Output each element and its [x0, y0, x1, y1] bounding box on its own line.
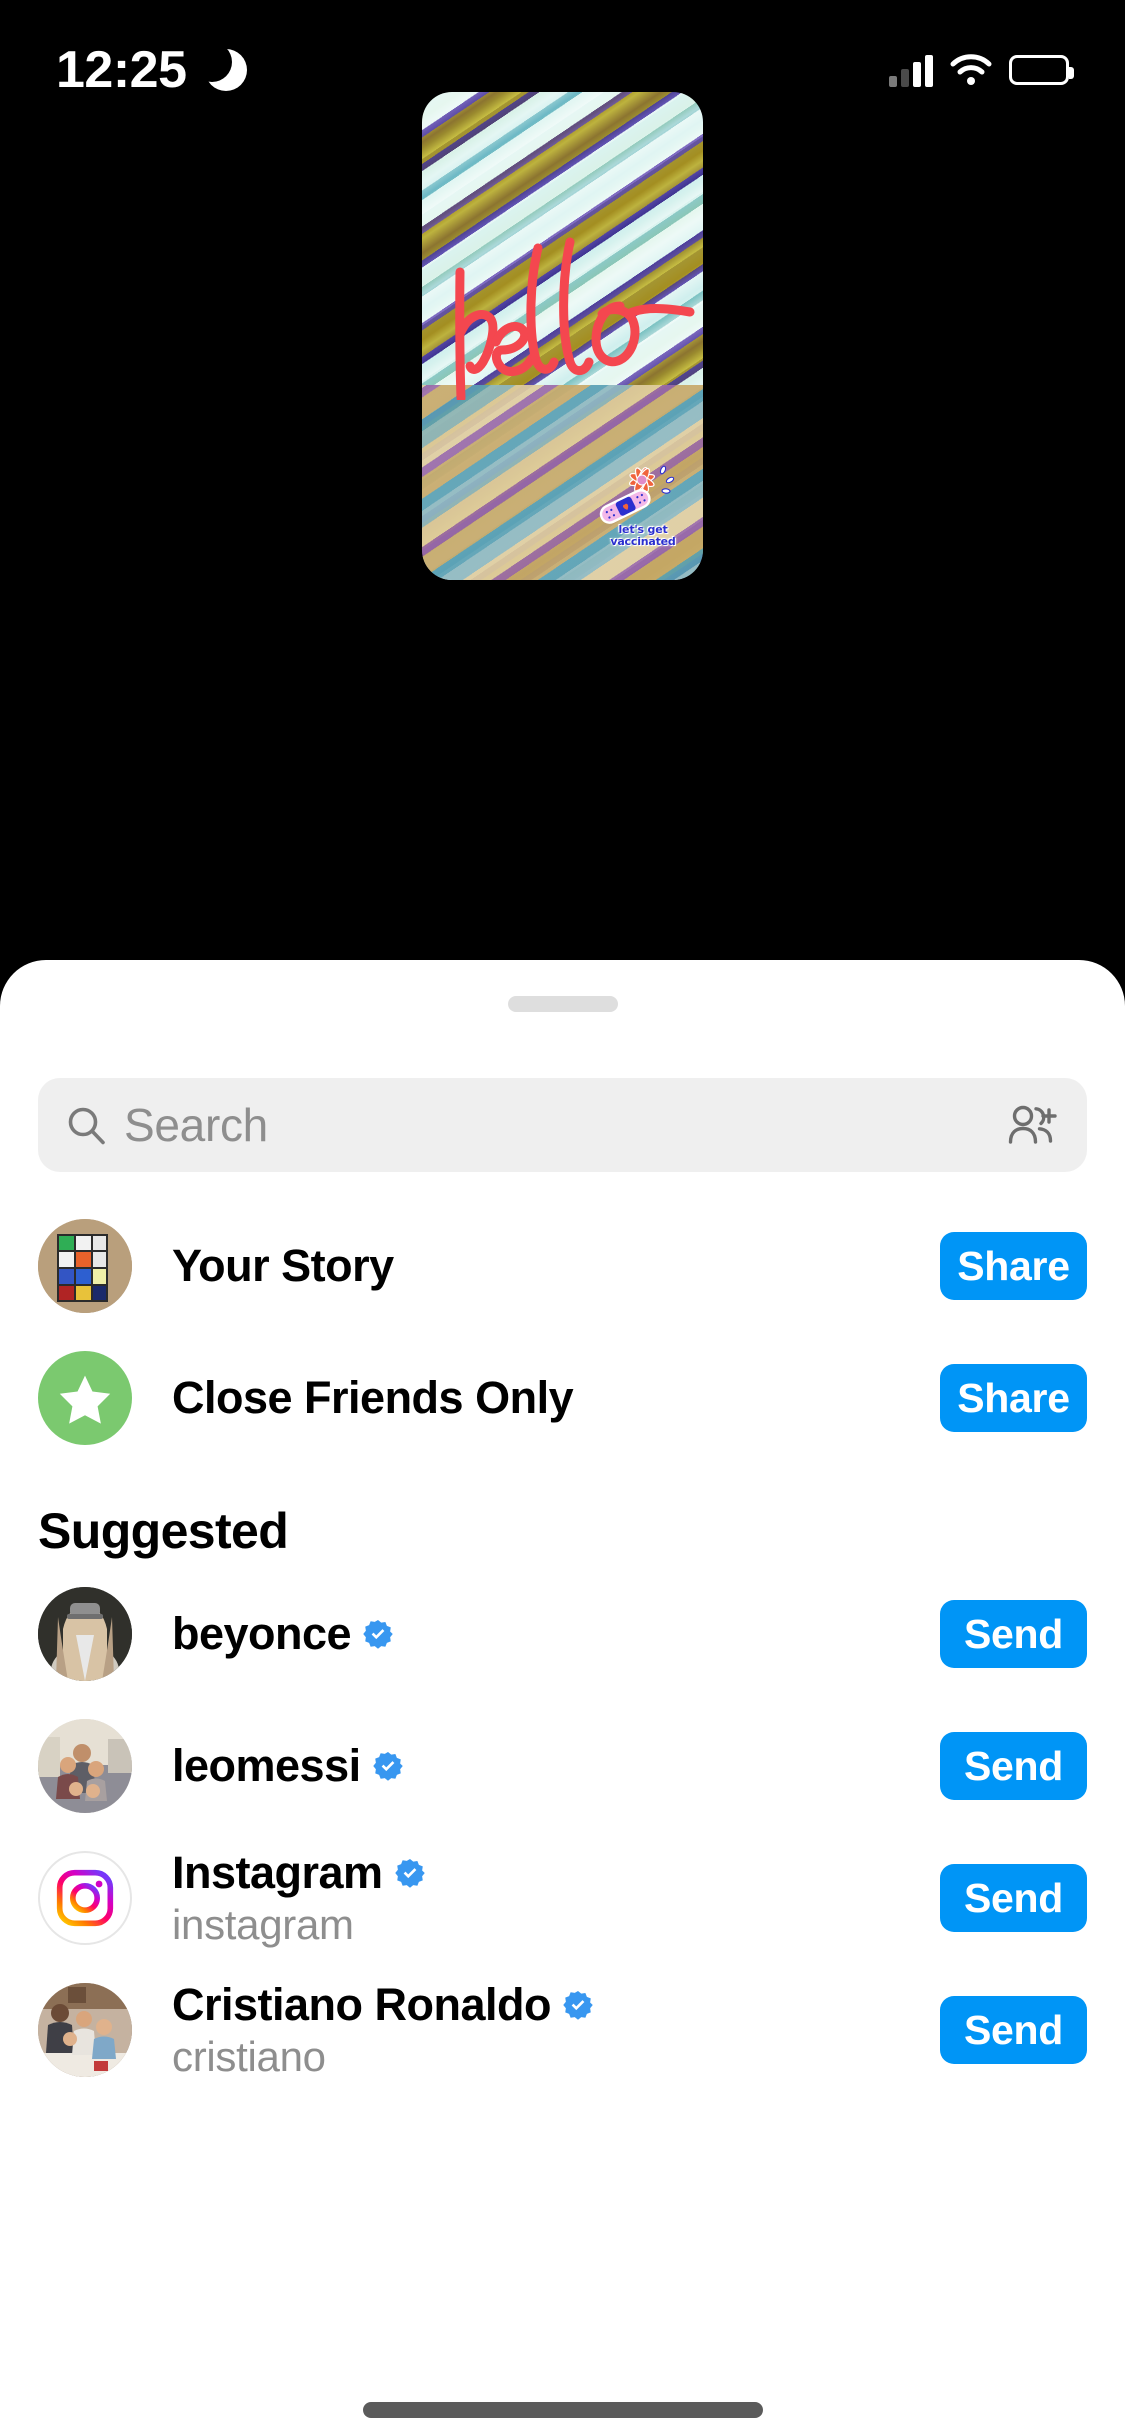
list-item-subtitle: instagram	[172, 1901, 354, 1948]
bandage-and-flower-icon	[599, 465, 675, 524]
sheet-grabber[interactable]	[507, 996, 618, 1012]
search-icon	[64, 1103, 108, 1147]
list-item[interactable]: beyonce Send	[0, 1576, 1125, 1692]
story-preview-card[interactable]: let's get vaccinated	[422, 92, 703, 580]
vaccine-sticker[interactable]: let's get vaccinated	[597, 462, 689, 548]
name-line: Instagram	[172, 1847, 940, 1899]
share-button[interactable]: Share	[940, 1364, 1087, 1432]
list-item-title: Instagram	[172, 1847, 383, 1898]
avatar	[38, 1351, 132, 1445]
name-line: Close Friends Only	[172, 1372, 940, 1424]
send-button[interactable]: Send	[940, 1600, 1087, 1668]
list-item-title: Close Friends Only	[172, 1372, 574, 1423]
hello-script-overlay	[455, 237, 695, 400]
battery-icon	[1009, 55, 1074, 85]
verified-badge-icon	[563, 1991, 593, 2020]
cellular-signal-icon	[889, 53, 933, 87]
list-item-body: leomessi	[172, 1740, 940, 1792]
list-item-title: Cristiano Ronaldo	[172, 1979, 552, 2030]
list-item-body: Instagram instagram	[172, 1847, 940, 1949]
avatar	[38, 1587, 132, 1681]
search-bar[interactable]: Search	[38, 1078, 1087, 1172]
send-button[interactable]: Send	[940, 1996, 1087, 2064]
status-bar-right	[889, 53, 1074, 87]
name-line: leomessi	[172, 1740, 940, 1792]
send-button[interactable]: Send	[940, 1732, 1087, 1800]
story-preview-container: let's get vaccinated	[0, 92, 1125, 580]
status-bar-clock: 12:25	[56, 41, 187, 99]
verified-badge-icon	[363, 1620, 393, 1649]
list-item[interactable]: leomessi Send	[0, 1708, 1125, 1824]
wifi-icon	[949, 53, 993, 87]
share-target-list: Your Story Share Close Friends Only Shar…	[0, 1192, 1125, 2088]
avatar	[38, 1851, 132, 1945]
status-bar-left: 12:25	[56, 40, 247, 100]
name-line: beyonce	[172, 1608, 940, 1660]
send-button[interactable]: Send	[940, 1864, 1087, 1932]
list-item-subtitle: cristiano	[172, 2033, 326, 2080]
name-line: Your Story	[172, 1240, 940, 1292]
avatar	[38, 1719, 132, 1813]
add-people-icon[interactable]	[1005, 1102, 1061, 1148]
list-item-body: Your Story	[172, 1240, 940, 1292]
list-item-body: Close Friends Only	[172, 1372, 940, 1424]
home-indicator[interactable]	[362, 2402, 763, 2418]
share-sheet: Search Your Story Share Close Friends On…	[0, 960, 1125, 2436]
avatar	[38, 1219, 132, 1313]
list-item-body: beyonce	[172, 1608, 940, 1660]
star-icon	[59, 1375, 111, 1424]
phone-screen: 12:25 let's get vaccinated Search Your S…	[0, 0, 1125, 2436]
verified-badge-icon	[394, 1859, 425, 1888]
list-item[interactable]: Your Story Share	[0, 1208, 1125, 1324]
name-line: Cristiano Ronaldo	[172, 1979, 940, 2031]
crescent-moon-icon	[191, 42, 247, 91]
list-item[interactable]: Close Friends Only Share	[0, 1340, 1125, 1456]
instagram-logo-icon	[56, 1869, 114, 1927]
verified-badge-icon	[372, 1752, 403, 1781]
list-item[interactable]: Instagram instagram Send	[0, 1840, 1125, 1956]
search-input[interactable]: Search	[124, 1098, 268, 1152]
list-item-title: Your Story	[172, 1240, 394, 1291]
avatar	[38, 1983, 132, 2077]
section-header-suggested: Suggested	[38, 1503, 289, 1559]
list-item-body: Cristiano Ronaldo cristiano	[172, 1979, 940, 2081]
list-item-title: leomessi	[172, 1740, 361, 1791]
list-item[interactable]: Cristiano Ronaldo cristiano Send	[0, 1972, 1125, 2088]
list-item-title: beyonce	[172, 1608, 352, 1659]
share-button[interactable]: Share	[940, 1232, 1087, 1300]
vaccine-sticker-line2: vaccinated	[610, 535, 676, 548]
